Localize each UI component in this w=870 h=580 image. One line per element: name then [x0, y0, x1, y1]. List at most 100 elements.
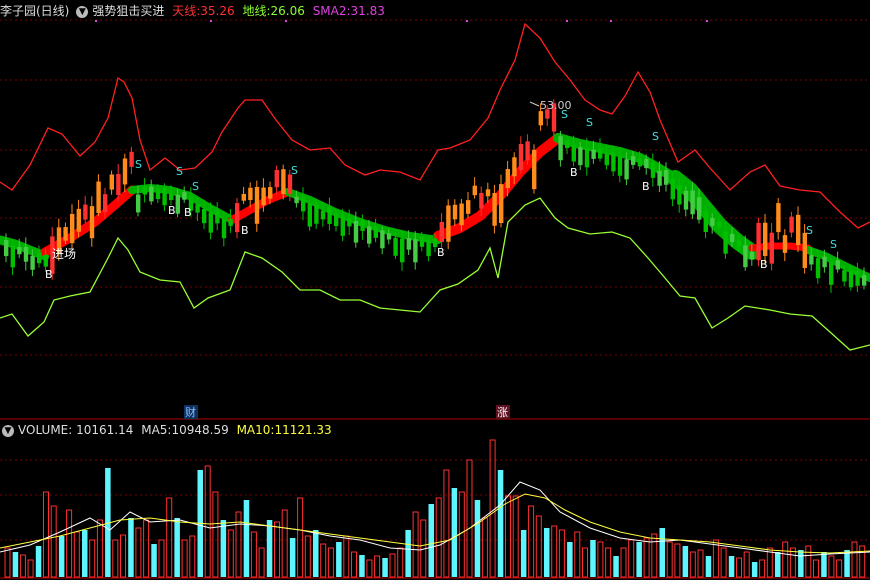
volume-bar-up — [628, 539, 635, 578]
volume-bar-up — [96, 519, 103, 578]
volume-bar-down — [82, 530, 88, 577]
volume-bar-up — [281, 509, 288, 578]
volume-bar-down — [613, 556, 619, 577]
candle-body — [802, 232, 807, 268]
volume-bar-down — [151, 544, 157, 577]
sma2-dot — [610, 20, 612, 22]
candle-body — [4, 239, 9, 257]
candlesticks — [4, 99, 867, 293]
volume-bar-down — [544, 528, 550, 577]
candle-body — [169, 193, 174, 201]
volume-bar-up — [204, 465, 211, 578]
signal-label: B — [642, 180, 650, 193]
volume-bar-up — [66, 509, 73, 578]
candle-body — [710, 218, 715, 226]
zhang-badge-text: 涨 — [497, 406, 508, 419]
stock-title[interactable]: 李子园(日线) — [0, 4, 69, 18]
signal-label: B — [45, 268, 53, 281]
candle-body — [716, 221, 722, 228]
volume-bar-up — [697, 549, 704, 578]
candle-body — [182, 192, 187, 200]
volume-bar-down — [313, 530, 319, 577]
candle-body — [142, 186, 147, 195]
cai-badge-text: 财 — [185, 405, 196, 419]
candle-body — [327, 207, 332, 224]
signal-label: B — [437, 246, 445, 259]
peak-price-label: 53.00 — [540, 99, 572, 112]
candle-body — [314, 204, 319, 224]
candle-body — [848, 270, 854, 288]
candle-body — [617, 156, 623, 176]
volume-bar-down — [497, 470, 504, 577]
volume-bar-down — [289, 538, 296, 577]
volume-bar-down — [12, 552, 19, 577]
volume-label: VOLUME: — [18, 423, 73, 437]
candle-body — [558, 136, 563, 161]
candle-body — [287, 174, 293, 194]
candle-body — [842, 270, 847, 282]
volume-bar-down — [682, 546, 689, 577]
volume-bar-up — [443, 469, 450, 578]
volume-bar-down — [821, 552, 827, 577]
volume-bars — [4, 439, 866, 578]
volume-bar-up — [574, 531, 581, 578]
candle-body — [393, 237, 398, 256]
volume-bar-up — [250, 531, 257, 578]
candle-body — [683, 190, 689, 210]
ma5-label: MA5: — [141, 423, 172, 437]
candle-body — [353, 221, 359, 243]
sma2-label: SMA2: — [312, 4, 351, 18]
candle-body — [202, 208, 207, 224]
volume-bar-up — [689, 551, 696, 578]
indicator-name[interactable]: 强势狙击买进 — [92, 4, 164, 18]
volume-bar-up — [535, 515, 542, 578]
candle-body — [136, 194, 141, 213]
volume-bar-up — [489, 439, 496, 578]
volume-bar-up — [597, 541, 604, 578]
volume-bar-up — [143, 519, 150, 578]
candle-body — [129, 151, 134, 167]
candle-body — [697, 197, 702, 220]
candle-body — [829, 261, 834, 285]
candle-body — [426, 240, 431, 257]
candle-body — [320, 210, 326, 220]
volume-bar-up — [258, 547, 265, 578]
candle-body — [215, 209, 220, 224]
sma2-dot — [566, 20, 568, 22]
candle-body — [637, 157, 642, 167]
volume-bar-up — [166, 497, 173, 578]
candle-body — [736, 240, 741, 247]
candle-body — [730, 233, 735, 243]
signal-label: B — [570, 166, 578, 179]
volume-bar-down — [659, 528, 665, 577]
candle-body — [76, 208, 81, 232]
volume-bar-up — [412, 511, 419, 578]
volume-bar-up — [666, 541, 673, 578]
volume-bar-up — [435, 497, 442, 578]
candle-body — [459, 203, 464, 226]
candle-body — [367, 226, 372, 244]
volume-bar-down — [844, 550, 850, 577]
volume-bar-up — [320, 543, 327, 578]
candle-body — [518, 143, 524, 171]
candle-body — [63, 227, 68, 241]
volume-bar-down — [474, 500, 481, 577]
volume-bar-up — [227, 529, 234, 578]
sky-line — [0, 22, 870, 229]
ma10-value: 11121.33 — [274, 423, 332, 437]
volume-menu-icon[interactable]: ▼ — [2, 424, 14, 437]
candle-body — [452, 204, 458, 220]
volume-bar-down — [775, 552, 781, 577]
candle-body — [386, 233, 392, 240]
candle-body — [413, 239, 418, 263]
signal-label: B — [168, 204, 176, 217]
volume-bar-up — [582, 547, 588, 578]
indicator-menu-icon[interactable]: ▼ — [76, 5, 89, 18]
candle-body — [228, 218, 233, 226]
candle-body — [512, 157, 517, 177]
grid — [0, 19, 870, 579]
volume-bar-up — [366, 559, 373, 578]
candle-body — [195, 204, 200, 213]
volume-bar-down — [359, 555, 365, 577]
candle-body — [221, 218, 227, 239]
